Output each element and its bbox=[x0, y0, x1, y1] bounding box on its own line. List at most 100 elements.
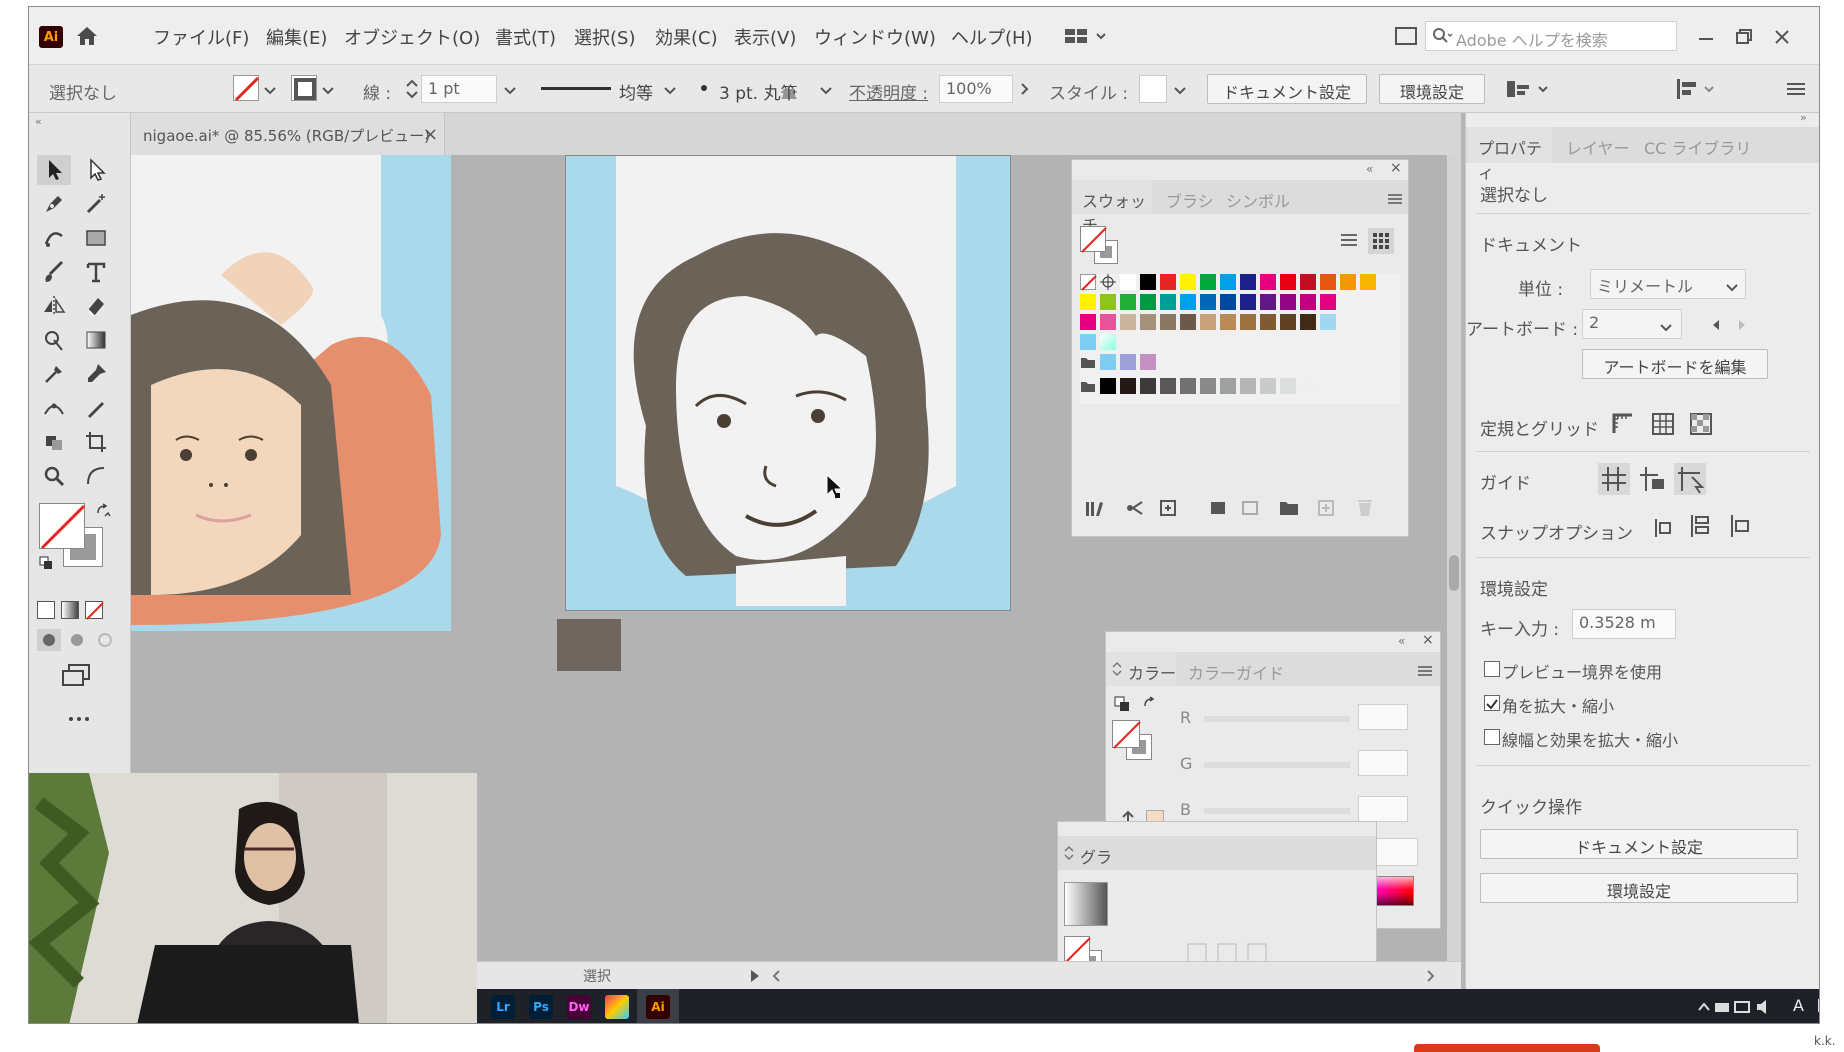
color-swatch[interactable] bbox=[1260, 274, 1276, 290]
puppet-warp-icon[interactable] bbox=[37, 393, 71, 423]
menu-type[interactable]: 書式(T) bbox=[495, 24, 556, 50]
dreamweaver-icon[interactable]: Dw bbox=[567, 995, 591, 1019]
tab-cc-libraries[interactable]: CC ライブラリ bbox=[1644, 135, 1751, 159]
panel-toggle-icon[interactable] bbox=[1395, 27, 1417, 45]
rectangle-tool-icon[interactable] bbox=[79, 223, 113, 253]
tab-gradient[interactable]: グラ bbox=[1080, 844, 1112, 868]
key-input-field[interactable]: 0.3528 m bbox=[1572, 609, 1676, 639]
type-tool-icon[interactable] bbox=[79, 257, 113, 287]
arrange-documents-icon[interactable] bbox=[1505, 77, 1555, 101]
color-swatch[interactable] bbox=[1120, 294, 1136, 310]
stroke-profile-label[interactable]: 均等 bbox=[619, 79, 653, 104]
color-swatch[interactable] bbox=[1280, 294, 1296, 310]
stroke-weight-input[interactable]: 1 pt bbox=[421, 75, 497, 103]
swatch-grid[interactable] bbox=[1080, 274, 1400, 404]
collapse-icon[interactable]: « bbox=[1366, 162, 1373, 176]
color-swatch[interactable] bbox=[1240, 274, 1256, 290]
next-artboard-icon[interactable] bbox=[1736, 317, 1748, 331]
color-swatch[interactable] bbox=[1160, 274, 1176, 290]
color-swatch[interactable] bbox=[1120, 314, 1136, 330]
swatch-libraries-icon[interactable] bbox=[1084, 498, 1106, 518]
creative-cloud-icon[interactable] bbox=[605, 995, 629, 1019]
menu-effect[interactable]: 効果(C) bbox=[655, 24, 718, 50]
color-swatch[interactable] bbox=[1300, 274, 1316, 290]
default-colors-icon[interactable] bbox=[39, 555, 53, 569]
close-tab-icon[interactable]: × bbox=[423, 124, 438, 145]
none-swatch-icon[interactable] bbox=[1080, 274, 1097, 291]
color-group-icon[interactable] bbox=[1208, 498, 1230, 518]
pin-tool-icon[interactable] bbox=[79, 359, 113, 389]
folder-icon[interactable] bbox=[1080, 378, 1096, 394]
swap-fill-stroke-icon[interactable] bbox=[1142, 696, 1158, 712]
snap-to-point-icon[interactable] bbox=[1652, 515, 1678, 541]
curvature-tool-icon[interactable] bbox=[37, 223, 71, 253]
color-swatch[interactable] bbox=[1240, 294, 1256, 310]
paintbrush-tool-icon[interactable] bbox=[37, 257, 71, 287]
channel-b-slider[interactable] bbox=[1204, 808, 1350, 814]
color-swatch[interactable] bbox=[1180, 314, 1196, 330]
fill-stroke-mini-icon[interactable] bbox=[1112, 720, 1156, 764]
unit-select[interactable]: ミリメートル bbox=[1590, 269, 1746, 299]
opacity-label[interactable]: 不透明度 : bbox=[849, 79, 928, 104]
color-swatch[interactable] bbox=[1180, 274, 1196, 290]
workspace-switcher-icon[interactable] bbox=[1065, 27, 1109, 45]
new-color-group-icon[interactable] bbox=[1240, 498, 1262, 518]
menu-file[interactable]: ファイル(F) bbox=[153, 24, 249, 50]
menu-object[interactable]: オブジェクト(O) bbox=[344, 24, 480, 50]
arc-tool-icon[interactable] bbox=[79, 461, 113, 491]
color-swatch[interactable] bbox=[1100, 354, 1116, 370]
collapse-icon[interactable]: « bbox=[1398, 634, 1405, 648]
photoshop-icon[interactable]: Ps bbox=[529, 995, 553, 1019]
color-swatch[interactable] bbox=[1140, 274, 1156, 290]
panel-menu-icon[interactable] bbox=[1388, 190, 1402, 204]
color-swatch[interactable] bbox=[1260, 378, 1276, 394]
artboard-select[interactable]: 2 bbox=[1582, 309, 1682, 339]
lock-guides-icon[interactable] bbox=[1636, 463, 1668, 495]
direct-selection-tool-icon[interactable] bbox=[79, 155, 113, 185]
opacity-input[interactable]: 100% bbox=[939, 75, 1013, 103]
color-swatch[interactable] bbox=[1180, 294, 1196, 310]
color-swatch[interactable] bbox=[1100, 378, 1116, 394]
color-swatch[interactable] bbox=[1240, 314, 1256, 330]
menu-view[interactable]: 表示(V) bbox=[734, 24, 796, 50]
draw-inside-icon[interactable] bbox=[93, 629, 117, 651]
reflect-tool-icon[interactable] bbox=[37, 291, 71, 321]
ruler-icon[interactable] bbox=[1610, 411, 1636, 437]
folder-icon[interactable] bbox=[1080, 354, 1096, 370]
tab-properties[interactable]: プロパティ bbox=[1468, 127, 1552, 182]
more-tools-icon[interactable] bbox=[67, 709, 91, 721]
color-swatch[interactable] bbox=[1120, 274, 1136, 290]
swap-fill-stroke-icon[interactable] bbox=[95, 503, 111, 519]
menu-edit[interactable]: 編集(E) bbox=[266, 24, 327, 50]
draw-behind-icon[interactable] bbox=[65, 629, 89, 651]
color-swatch[interactable] bbox=[1140, 354, 1156, 370]
edit-artboards-button[interactable]: アートボードを編集 bbox=[1582, 349, 1768, 379]
scale-strokes-checkbox[interactable] bbox=[1484, 729, 1500, 745]
illustrator-icon[interactable]: Ai bbox=[646, 995, 670, 1019]
color-swatch[interactable] bbox=[1300, 294, 1316, 310]
color-swatch[interactable] bbox=[1280, 378, 1296, 394]
channel-r-slider[interactable] bbox=[1204, 716, 1350, 722]
close-panel-icon[interactable]: × bbox=[1422, 632, 1434, 648]
pen-tool-icon[interactable] bbox=[37, 189, 71, 219]
channel-b-input[interactable] bbox=[1358, 796, 1408, 822]
color-swatch[interactable] bbox=[1220, 294, 1236, 310]
snap-to-glyph-icon[interactable] bbox=[1728, 513, 1754, 539]
brush-definition[interactable]: 3 pt. 丸筆 bbox=[719, 79, 797, 104]
color-swatch[interactable] bbox=[1260, 294, 1276, 310]
color-swatch[interactable] bbox=[1320, 314, 1336, 330]
notifications-icon[interactable] bbox=[1817, 998, 1819, 1016]
transparency-grid-icon[interactable] bbox=[1688, 411, 1714, 437]
draw-normal-icon[interactable] bbox=[37, 629, 61, 651]
color-swatch[interactable] bbox=[1180, 378, 1196, 394]
color-swatch[interactable] bbox=[1220, 274, 1236, 290]
quick-document-setup-button[interactable]: ドキュメント設定 bbox=[1480, 829, 1798, 859]
shape-builder-icon[interactable] bbox=[37, 325, 71, 355]
menu-select[interactable]: 選択(S) bbox=[574, 24, 635, 50]
graphic-style-swatch[interactable] bbox=[1139, 75, 1167, 103]
chevron-right-icon[interactable] bbox=[1019, 81, 1031, 95]
smart-guides-icon[interactable] bbox=[1674, 463, 1706, 495]
snap-to-pixel-icon[interactable] bbox=[1688, 513, 1714, 539]
gradient-swatch-icon[interactable] bbox=[1100, 334, 1116, 350]
color-swatch[interactable] bbox=[1100, 314, 1116, 330]
